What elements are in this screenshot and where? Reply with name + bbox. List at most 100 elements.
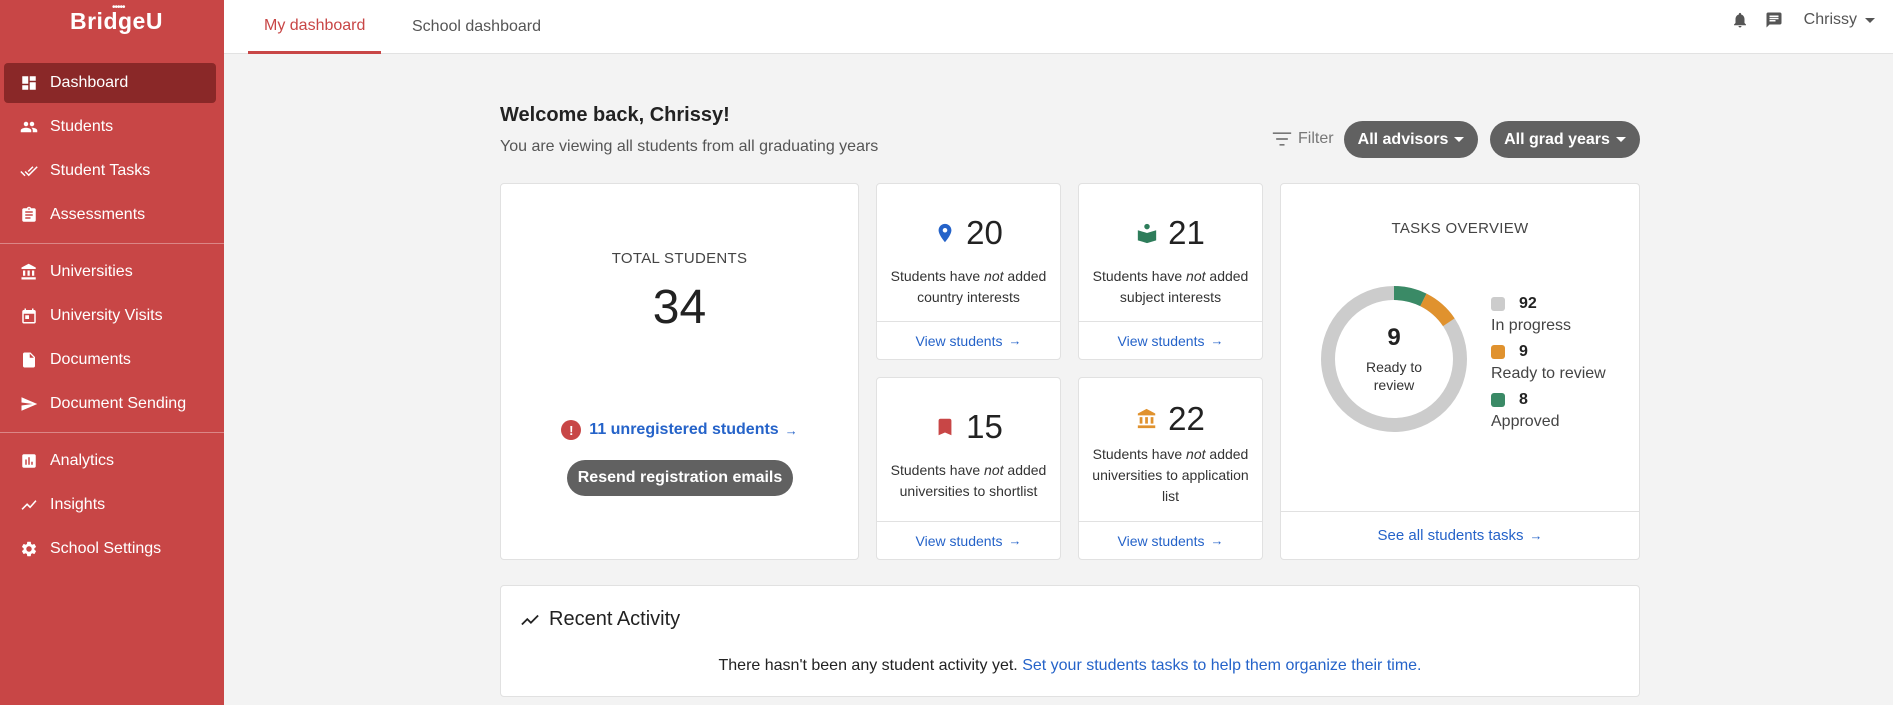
sidebar-item-label: Insights [50, 496, 106, 513]
sidebar-item-university-visits[interactable]: University Visits [4, 296, 216, 336]
see-all-tasks-text: See all students tasks [1377, 527, 1524, 544]
view-students-link[interactable]: View students → [877, 521, 1060, 559]
sidebar-item-students[interactable]: Students [4, 107, 216, 147]
legend-swatch [1491, 345, 1505, 359]
legend-item: 92 [1491, 292, 1606, 316]
view-students-link[interactable]: View students → [877, 321, 1060, 359]
advisors-dropdown[interactable]: All advisors [1344, 121, 1478, 158]
chevron-down-icon [1865, 17, 1875, 23]
legend-swatch [1491, 393, 1505, 407]
view-students-link[interactable]: View students → [1079, 521, 1262, 559]
bar-chart-icon [20, 452, 38, 470]
shortlist-card: 15 Students have not added universities … [876, 377, 1061, 560]
sidebar-item-analytics[interactable]: Analytics [4, 441, 216, 481]
application-list-card: 22 Students have not added universities … [1078, 377, 1263, 560]
view-students-text: View students [1117, 332, 1205, 349]
sidebar-item-label: Students [50, 118, 114, 135]
sidebar-item-assessments[interactable]: Assessments [4, 195, 216, 235]
sidebar-item-label: Assessments [50, 206, 146, 223]
stat-description: Students have not added subject interest… [1092, 268, 1249, 305]
sidebar-item-label: Document Sending [50, 395, 187, 412]
document-icon [20, 351, 38, 369]
sidebar-item-insights[interactable]: Insights [4, 485, 216, 525]
sidebar-item-school-settings[interactable]: School Settings [4, 529, 216, 569]
calendar-icon [20, 307, 38, 325]
sidebar-item-documents[interactable]: Documents [4, 340, 216, 380]
arrow-right-icon: → [1008, 333, 1022, 348]
tasks-overview-card: TASKS OVERVIEW 9 Ready to review 92 In p… [1280, 183, 1640, 560]
stat-description: Students have not added universities to … [1092, 446, 1249, 504]
page-title: Welcome back, Chrissy! [500, 104, 730, 126]
people-icon [20, 118, 38, 136]
total-students-value: 34 [652, 281, 707, 334]
logo-dots: ••••• [112, 2, 125, 13]
recent-activity-title: Recent Activity [521, 608, 680, 631]
page-subtitle: You are viewing all students from all gr… [500, 138, 879, 155]
arrow-right-icon: → [1210, 533, 1224, 548]
legend-value: 9 [1519, 343, 1528, 360]
stat-value: 22 [1168, 400, 1205, 437]
sidebar-item-dashboard[interactable]: Dashboard [4, 63, 216, 103]
country-interests-card: 20 Students have not added country inter… [876, 183, 1061, 360]
dashboard-icon [20, 74, 38, 92]
subject-interests-card: 21 Students have not added subject inter… [1078, 183, 1263, 360]
sidebar-item-label: Analytics [50, 452, 115, 469]
stat-head: 22 [1079, 400, 1262, 438]
chat-icon[interactable] [1764, 10, 1784, 30]
legend-label: Ready to review [1491, 365, 1606, 382]
double-check-icon [20, 162, 38, 180]
donut-center-label: Ready to review [1365, 359, 1423, 393]
sidebar-item-universities[interactable]: Universities [4, 252, 216, 292]
bookmark-icon [938, 418, 952, 436]
sidebar-item-label: Documents [50, 351, 131, 368]
total-students-card: TOTAL STUDENTS 34 ! 11 unregistered stud… [500, 183, 859, 560]
chevron-down-icon [1454, 137, 1465, 142]
legend-swatch [1491, 297, 1505, 311]
recent-activity-title-text: Recent Activity [549, 608, 681, 630]
grad-years-dropdown[interactable]: All grad years [1490, 121, 1640, 158]
tasks-legend: 92 In progress 9 Ready to review 8 Appro… [1491, 292, 1606, 436]
bell-icon[interactable] [1730, 10, 1750, 30]
tab-school-dashboard[interactable]: School dashboard [396, 0, 557, 54]
stat-head: 20 [877, 214, 1060, 252]
sidebar-item-label: Student Tasks [50, 162, 151, 179]
legend-value: 8 [1519, 391, 1528, 408]
nav-divider [0, 243, 224, 244]
view-students-text: View students [915, 332, 1003, 349]
set-tasks-link[interactable]: Set your students tasks to help them org… [1022, 657, 1421, 674]
institution-icon [20, 263, 38, 281]
unregistered-students-link[interactable]: ! 11 unregistered students → [501, 420, 858, 440]
arrow-right-icon: → [784, 422, 798, 438]
filter-icon [1272, 132, 1292, 146]
sidebar-item-student-tasks[interactable]: Student Tasks [4, 151, 216, 191]
see-all-tasks-link[interactable]: See all students tasks → [1281, 511, 1639, 559]
sidebar-item-document-sending[interactable]: Document Sending [4, 384, 216, 424]
institution-icon [1137, 408, 1156, 429]
alert-icon: ! [561, 420, 582, 440]
chevron-down-icon [1615, 137, 1626, 142]
recent-activity-message: There hasn't been any student activity y… [501, 657, 1639, 675]
stat-value: 20 [966, 214, 1003, 251]
advisors-dropdown-label: All advisors [1357, 130, 1449, 148]
map-pin-icon [938, 223, 952, 243]
stat-description: Students have not added country interest… [890, 268, 1047, 305]
trend-line-icon [521, 614, 539, 625]
legend-label: Approved [1491, 413, 1560, 430]
tab-my-dashboard[interactable]: My dashboard [248, 0, 382, 54]
resend-registration-button[interactable]: Resend registration emails [567, 460, 793, 496]
sidebar: BridgeU ••••• Dashboard Students Student… [0, 0, 224, 705]
top-right-controls: Chrissy [1716, 0, 1893, 40]
gear-icon [20, 540, 38, 558]
user-menu[interactable]: Chrissy [1804, 11, 1875, 29]
stat-description: Students have not added universities to … [890, 462, 1047, 499]
legend-label: In progress [1491, 317, 1572, 334]
filter-label: Filter [1272, 130, 1334, 148]
legend-value: 92 [1519, 295, 1537, 312]
view-students-link[interactable]: View students → [1079, 321, 1262, 359]
recent-activity-card: Recent Activity There hasn't been any st… [500, 585, 1640, 697]
sidebar-item-label: Universities [50, 263, 133, 280]
clipboard-icon [20, 206, 38, 224]
tasks-overview-title: TASKS OVERVIEW [1391, 220, 1529, 237]
recent-activity-text: There hasn't been any student activity y… [718, 657, 1018, 674]
donut-center: 9 Ready to review [1319, 284, 1469, 434]
